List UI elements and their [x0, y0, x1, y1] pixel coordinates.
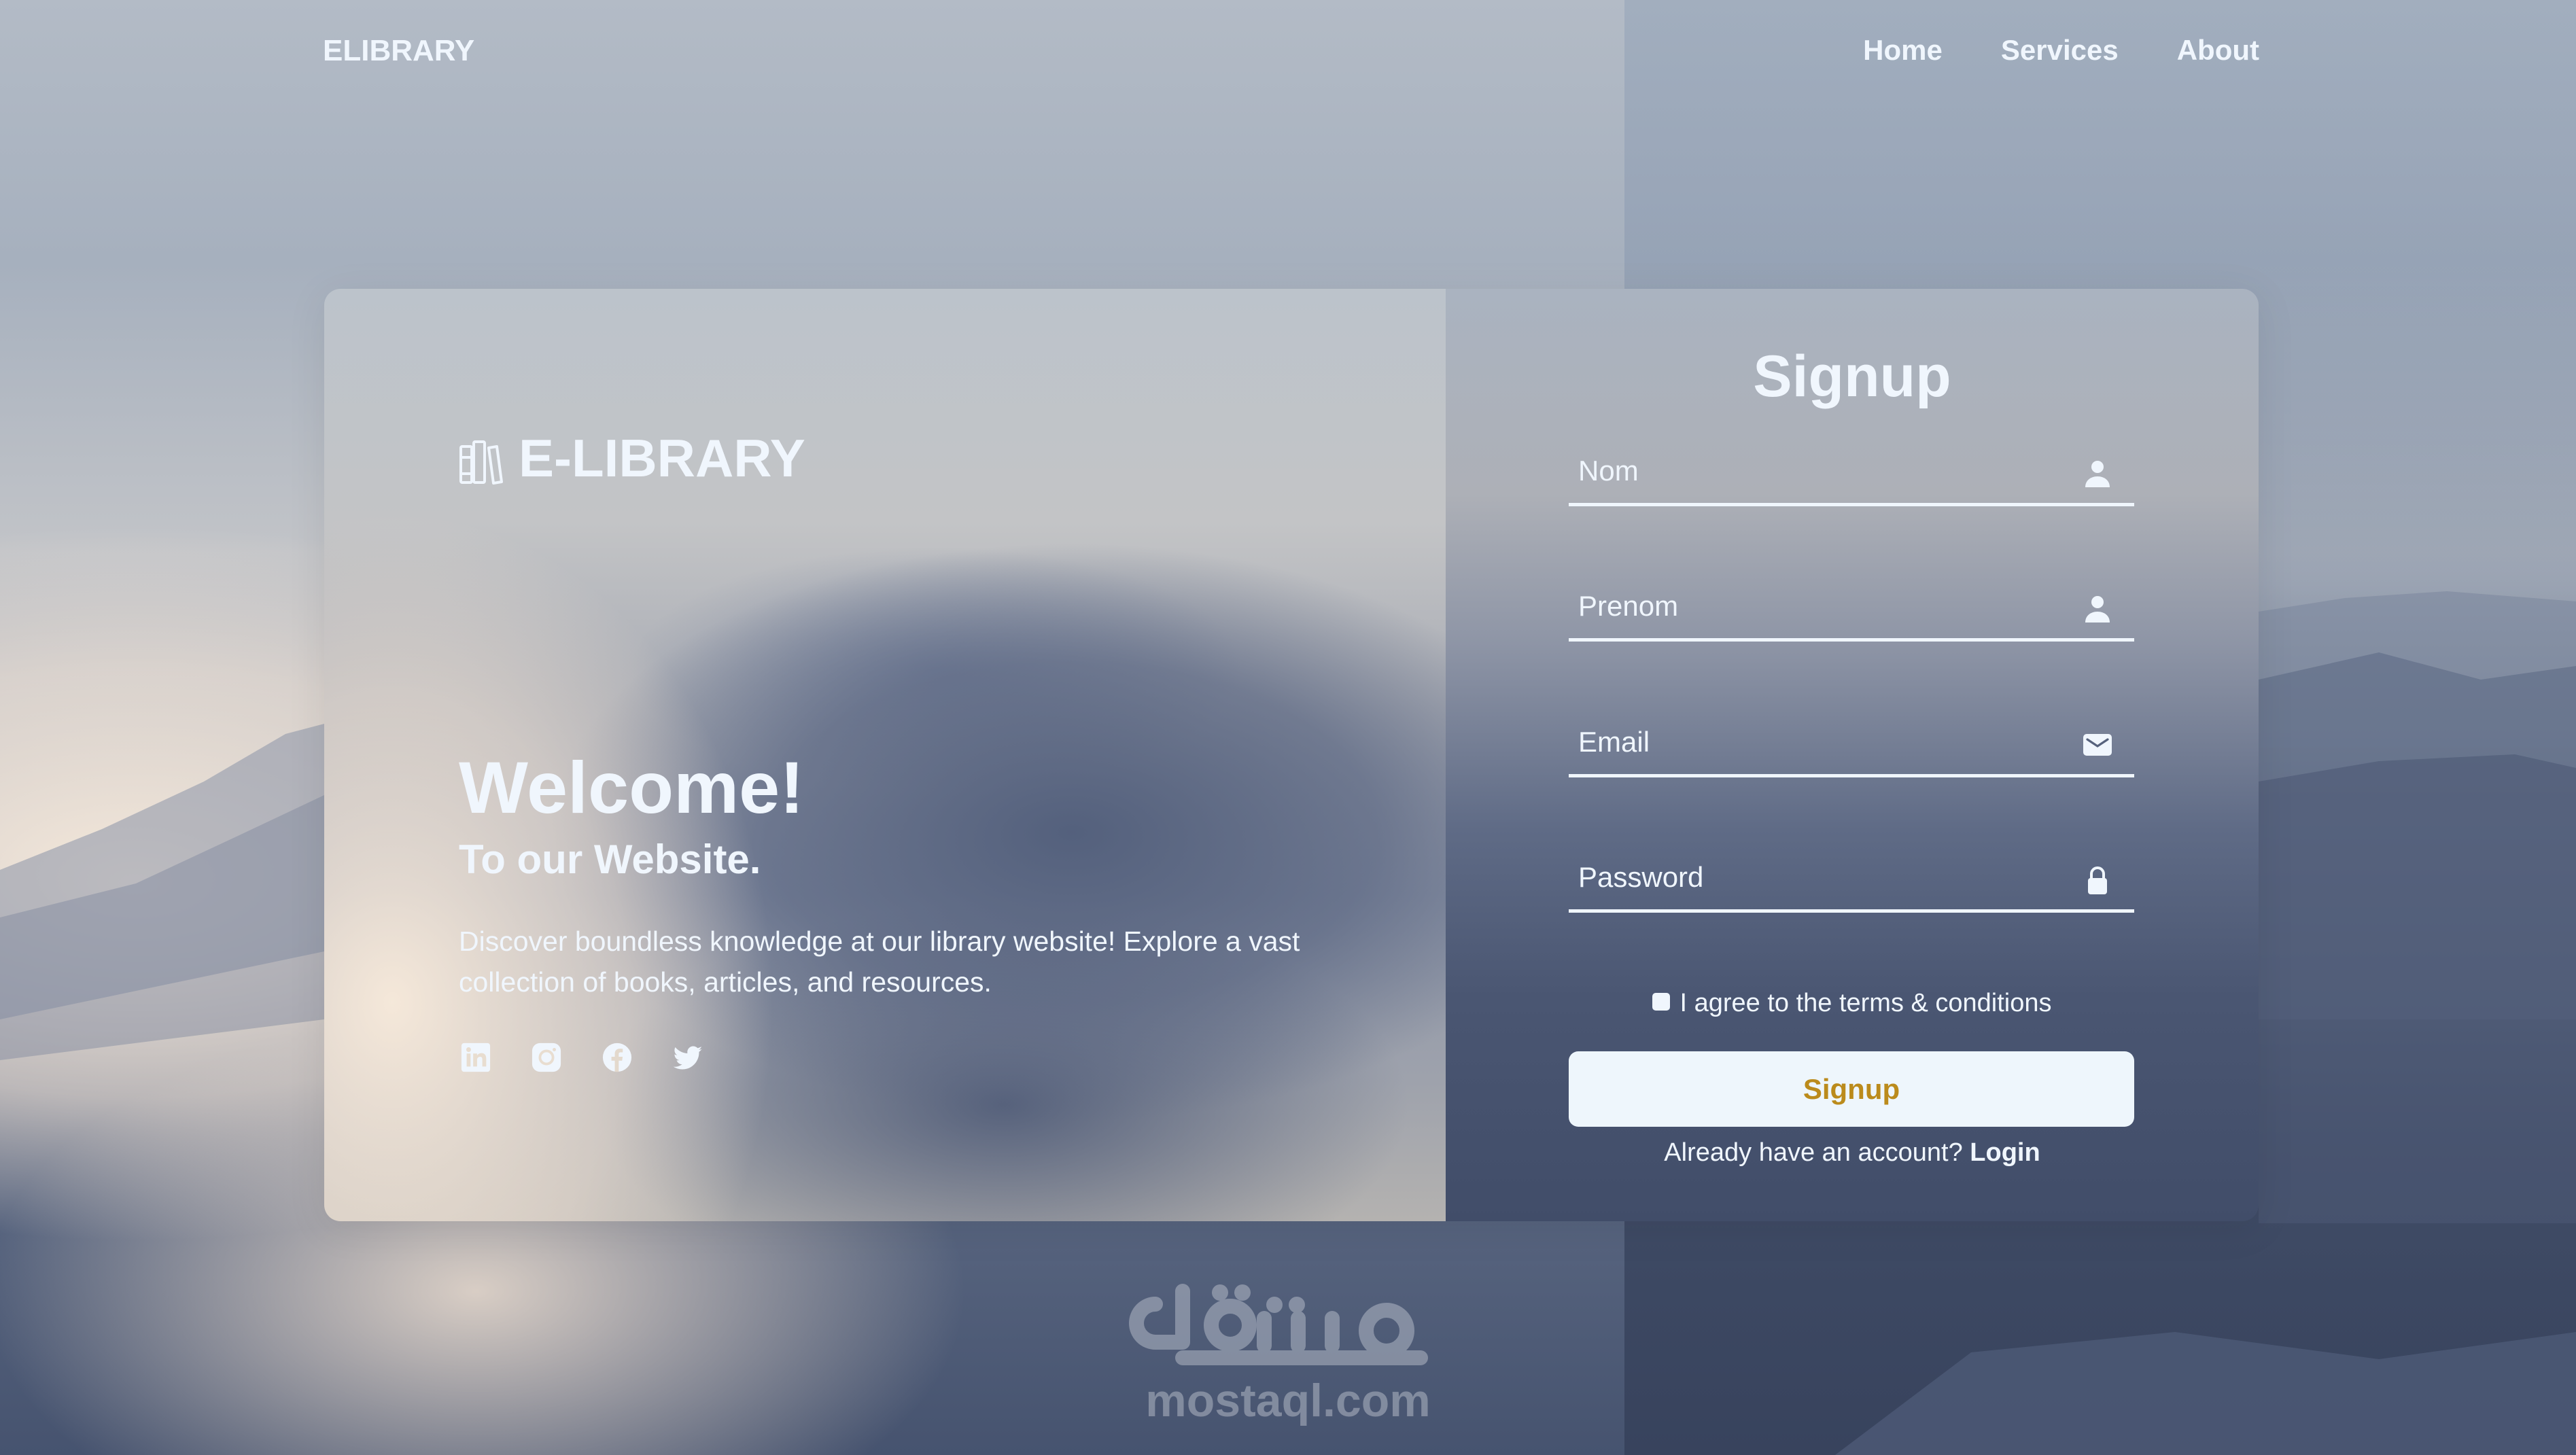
signup-card: E-LIBRARY Welcome! To our Website. Disco… [324, 289, 2259, 1221]
watermark-text: mostaql.com [1145, 1375, 1431, 1426]
instagram-icon[interactable] [531, 1042, 562, 1073]
watermark: mostaql.com [1128, 1278, 1448, 1427]
books-icon [459, 440, 503, 485]
prenom-field [1569, 560, 2134, 642]
social-links [460, 1042, 703, 1073]
signup-button[interactable]: Signup [1569, 1051, 2134, 1127]
nav-link-about[interactable]: About [2177, 34, 2259, 67]
nav-links: Home Services About [1863, 34, 2259, 67]
nav-link-services[interactable]: Services [2001, 34, 2119, 67]
welcome-title: Welcome! [459, 746, 805, 828]
email-field [1569, 696, 2134, 777]
terms-row: I agree to the terms & conditions [1446, 989, 2259, 1018]
nom-input[interactable] [1569, 425, 2134, 503]
login-prompt-row: Already have an account? Login [1446, 1138, 2259, 1168]
form-title: Signup [1753, 344, 1951, 409]
envelope-icon [2083, 734, 2112, 756]
user-icon [2085, 596, 2110, 623]
brand-name: E-LIBRARY [519, 428, 805, 488]
nom-field [1569, 425, 2134, 506]
prenom-input[interactable] [1569, 560, 2134, 638]
login-prompt: Already have an account? [1664, 1138, 1963, 1167]
welcome-panel: E-LIBRARY Welcome! To our Website. Disco… [324, 289, 1446, 1221]
password-field [1569, 831, 2134, 913]
lock-icon [2088, 866, 2107, 894]
nav-logo[interactable]: ELIBRARY [323, 34, 474, 68]
user-icon [2085, 461, 2110, 487]
terms-checkbox[interactable] [1652, 992, 1671, 1011]
welcome-subtitle: To our Website. [459, 837, 761, 882]
password-input[interactable] [1569, 831, 2134, 909]
top-navbar: ELIBRARY Home Services About [0, 0, 2576, 109]
brand: E-LIBRARY [459, 432, 805, 485]
facebook-icon[interactable] [602, 1042, 633, 1073]
welcome-description: Discover boundless knowledge at our libr… [459, 926, 1300, 998]
watermark-logo-icon [1129, 1284, 1428, 1365]
linkedin-icon[interactable] [460, 1042, 491, 1073]
signup-form-panel: Signup Nom Prenom Email I agree to the t… [1446, 289, 2259, 1221]
login-link[interactable]: Login [1970, 1138, 2040, 1167]
terms-label: I agree to the terms & conditions [1679, 989, 2052, 1017]
twitter-icon[interactable] [672, 1042, 703, 1073]
email-input[interactable] [1569, 696, 2134, 774]
nav-link-home[interactable]: Home [1863, 34, 1943, 67]
